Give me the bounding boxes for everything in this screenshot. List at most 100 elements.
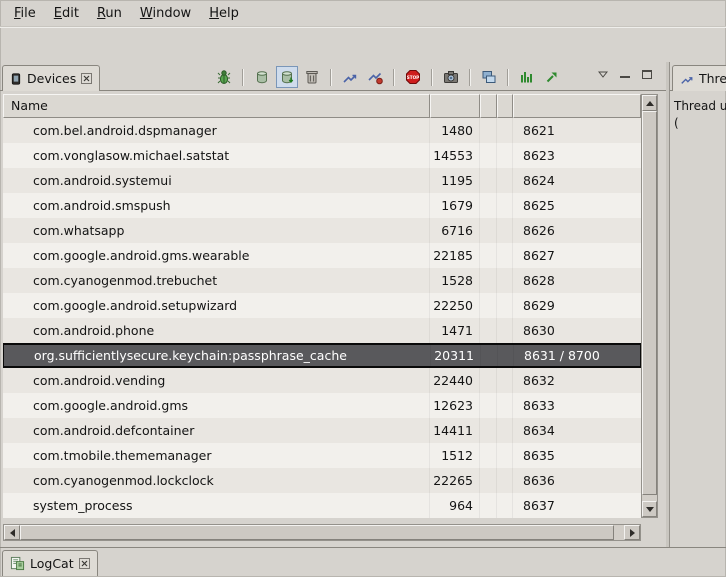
process-blank-cell [497, 293, 513, 318]
menu-help[interactable]: Help [200, 2, 248, 25]
scroll-track[interactable] [614, 525, 624, 540]
table-row[interactable]: com.android.vending 22440 8632 [3, 368, 641, 393]
debug-process-button[interactable] [213, 66, 235, 88]
table-row[interactable]: org.sufficientlysecure.keychain:passphra… [3, 343, 641, 368]
process-pid: 1528 [430, 268, 480, 293]
table-row[interactable]: com.android.defcontainer 14411 8634 [3, 418, 641, 443]
table-row[interactable]: com.cyanogenmod.trebuchet 1528 8628 [3, 268, 641, 293]
threads-message-line-1: Thread up [674, 98, 724, 115]
process-port: 8623 [513, 143, 641, 168]
toolbar-separator [431, 69, 433, 86]
process-port: 8624 [513, 168, 641, 193]
process-name: com.android.systemui [3, 168, 430, 193]
tab-threads[interactable]: Threads [672, 65, 726, 91]
table-row[interactable]: system_process 964 8637 [3, 493, 641, 518]
process-blank-cell [497, 193, 513, 218]
process-blank-cell [480, 368, 497, 393]
table-row[interactable]: com.bel.android.dspmanager 1480 8621 [3, 118, 641, 143]
arrow-right-icon [630, 529, 635, 537]
scroll-up-button[interactable] [642, 95, 657, 111]
process-blank-cell [480, 318, 497, 343]
toolbar-separator [507, 69, 509, 86]
table-row[interactable]: com.tmobile.thememanager 1512 8635 [3, 443, 641, 468]
vertical-scrollbar-thumb[interactable] [642, 111, 657, 495]
menu-run[interactable]: Run [88, 2, 131, 25]
process-table-body: com.bel.android.dspmanager 1480 8621 com… [3, 118, 641, 518]
table-row[interactable]: com.whatsapp 6716 8626 [3, 218, 641, 243]
process-pid: 20311 [431, 345, 481, 366]
start-method-profiling-button[interactable] [364, 66, 386, 88]
process-pid: 22440 [430, 368, 480, 393]
process-pid: 22185 [430, 243, 480, 268]
tab-devices[interactable]: Devices [2, 65, 100, 91]
process-blank-cell [497, 393, 513, 418]
table-row[interactable]: com.android.phone 1471 8630 [3, 318, 641, 343]
process-blank-cell [480, 493, 497, 518]
close-icon[interactable] [81, 73, 92, 84]
table-row[interactable]: com.google.android.setupwizard 22250 862… [3, 293, 641, 318]
column-header-blank-2[interactable] [497, 94, 513, 118]
scroll-left-button[interactable] [4, 525, 20, 540]
process-blank-cell [497, 418, 513, 443]
menu-edit[interactable]: Edit [45, 2, 88, 25]
process-blank-cell [497, 168, 513, 193]
capture-system-trace-button[interactable] [516, 66, 538, 88]
start-opengl-trace-button[interactable] [541, 66, 563, 88]
process-blank-cell [497, 318, 513, 343]
horizontal-scrollbar[interactable] [3, 524, 641, 541]
minimize-icon[interactable] [620, 76, 630, 79]
process-blank-cell [480, 143, 497, 168]
trash-icon [304, 69, 320, 85]
process-blank-cell [480, 393, 497, 418]
table-row[interactable]: com.google.android.gms 12623 8633 [3, 393, 641, 418]
process-blank-cell [497, 218, 513, 243]
process-name: org.sufficientlysecure.keychain:passphra… [4, 345, 431, 366]
menu-window[interactable]: Window [131, 2, 200, 25]
process-blank-cell [480, 118, 497, 143]
process-name: com.android.vending [3, 368, 430, 393]
dump-view-hierarchy-button[interactable] [478, 66, 500, 88]
process-port: 8631 / 8700 [514, 345, 640, 366]
table-row[interactable]: com.vonglasow.michael.satstat 14553 8623 [3, 143, 641, 168]
arrow-down-icon [646, 507, 654, 512]
process-port: 8637 [513, 493, 641, 518]
arrow-left-icon [10, 529, 15, 537]
stop-sign-icon: STOP [405, 69, 421, 85]
process-pid: 14553 [430, 143, 480, 168]
table-row[interactable]: com.android.systemui 1195 8624 [3, 168, 641, 193]
cause-gc-button[interactable] [301, 66, 323, 88]
screen-capture-button[interactable] [440, 66, 462, 88]
process-pid: 6716 [430, 218, 480, 243]
tab-logcat[interactable]: LogCat [2, 550, 98, 576]
green-arrow-icon [544, 69, 560, 85]
vertical-scrollbar[interactable] [641, 94, 658, 518]
view-menu-chevron-icon[interactable] [598, 71, 608, 78]
process-pid: 1480 [430, 118, 480, 143]
column-header-name[interactable]: Name [3, 94, 430, 118]
process-name: com.tmobile.thememanager [3, 443, 430, 468]
process-port: 8636 [513, 468, 641, 493]
maximize-icon[interactable] [642, 70, 652, 79]
process-table-header: Name [3, 94, 641, 118]
scroll-down-button[interactable] [642, 501, 657, 517]
table-row[interactable]: com.google.android.gms.wearable 22185 86… [3, 243, 641, 268]
stop-process-button[interactable]: STOP [402, 66, 424, 88]
tab-devices-label: Devices [27, 71, 76, 86]
table-row[interactable]: com.cyanogenmod.lockclock 22265 8636 [3, 468, 641, 493]
column-header-blank-1[interactable] [480, 94, 497, 118]
column-header-port[interactable] [513, 94, 641, 118]
update-threads-button[interactable] [339, 66, 361, 88]
process-name: com.vonglasow.michael.satstat [3, 143, 430, 168]
scroll-right-button[interactable] [624, 525, 640, 540]
dump-hprof-button[interactable] [276, 66, 298, 88]
column-header-pid[interactable] [430, 94, 480, 118]
process-pid: 14411 [430, 418, 480, 443]
heap-cylinder-icon [254, 69, 270, 85]
menu-file[interactable]: File [5, 2, 45, 25]
update-heap-button[interactable] [251, 66, 273, 88]
arrow-up-icon [646, 101, 654, 106]
table-row[interactable]: com.android.smspush 1679 8625 [3, 193, 641, 218]
threads-tabbar: Threads [670, 62, 726, 91]
close-icon[interactable] [79, 558, 90, 569]
horizontal-scrollbar-thumb[interactable] [20, 525, 614, 540]
